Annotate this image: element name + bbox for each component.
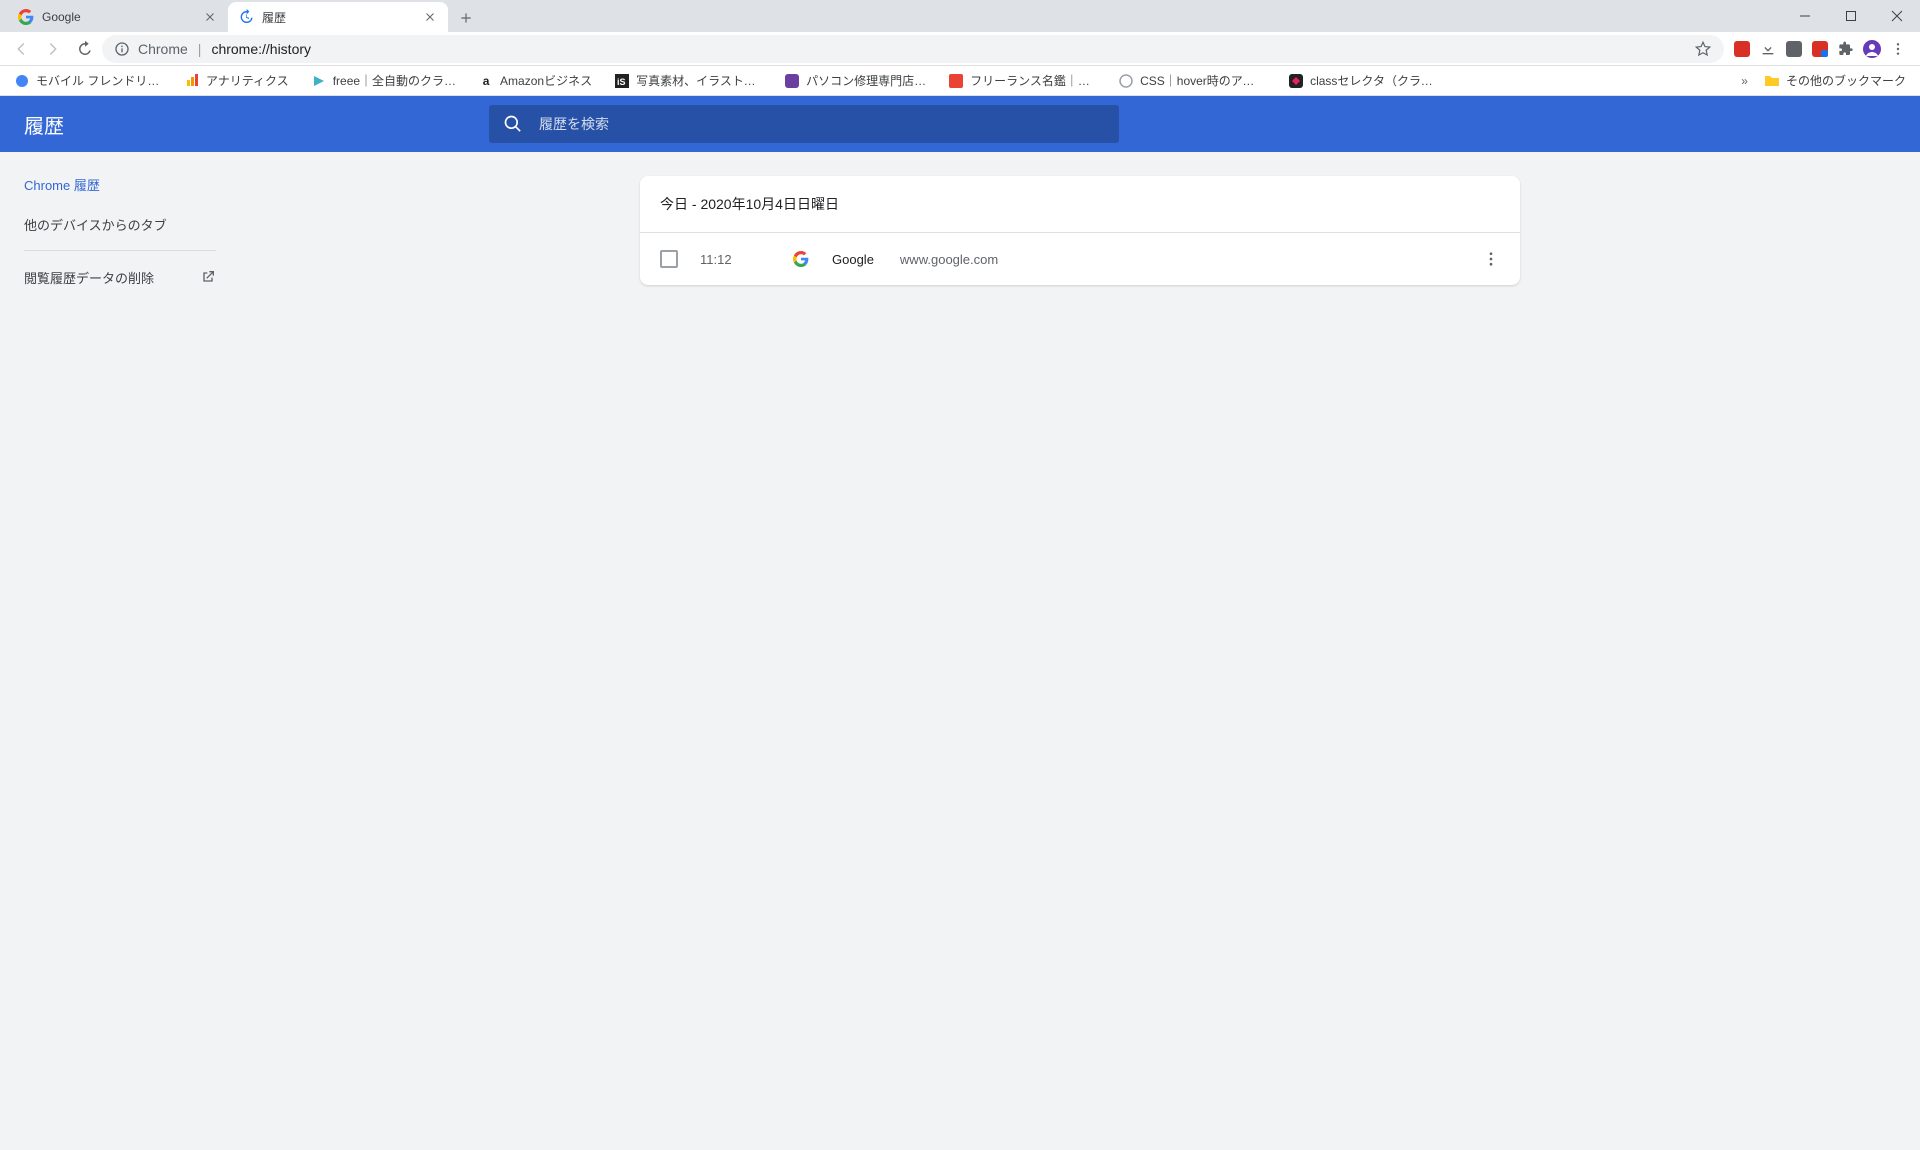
svg-text:iS: iS: [617, 77, 626, 87]
extension-icon-2[interactable]: [1784, 39, 1804, 59]
open-external-icon: [200, 269, 216, 285]
forward-button[interactable]: [38, 34, 68, 64]
sidebar-item-clear-data[interactable]: 閲覧履歴データの削除: [0, 257, 240, 297]
bookmark-favicon: [784, 73, 800, 89]
history-card: 今日 - 2020年10月4日日曜日 11:12 Google www.goog…: [640, 176, 1520, 285]
row-more-icon[interactable]: [1482, 250, 1500, 268]
bookmark-favicon: [1118, 73, 1134, 89]
bookmark-favicon: [311, 73, 327, 89]
bookmark-item[interactable]: iS写真素材、イラスト、…: [608, 68, 768, 93]
tab-strip: Google 履歴: [0, 0, 1920, 32]
bookmark-item[interactable]: モバイル フレンドリー テ…: [8, 68, 168, 93]
bookmark-item[interactable]: aAmazonビジネス: [472, 68, 598, 93]
history-content: 今日 - 2020年10月4日日曜日 11:12 Google www.goog…: [240, 152, 1920, 1150]
omnibox-url: chrome://history: [211, 41, 311, 57]
back-button[interactable]: [6, 34, 36, 64]
sidebar-separator: [24, 250, 216, 251]
sidebar-item-other-devices[interactable]: 他のデバイスからのタブ: [0, 204, 240, 244]
close-icon[interactable]: [422, 9, 438, 25]
history-section-header: 今日 - 2020年10月4日日曜日: [640, 176, 1520, 233]
search-input[interactable]: [539, 116, 1105, 132]
google-icon: [18, 9, 34, 25]
history-row[interactable]: 11:12 Google www.google.com: [640, 233, 1520, 285]
sidebar-item-chrome-history[interactable]: Chrome 履歴: [0, 164, 240, 204]
bookmark-favicon: [948, 73, 964, 89]
bookmarks-overflow-icon[interactable]: »: [1741, 74, 1748, 88]
bookmark-item[interactable]: フリーランス名鑑｜国…: [942, 68, 1102, 93]
address-bar[interactable]: Chrome | chrome://history: [102, 35, 1724, 63]
tab-title: 履歴: [262, 9, 414, 26]
row-domain: www.google.com: [900, 252, 998, 267]
new-tab-button[interactable]: [452, 4, 480, 32]
bookmark-favicon: a: [478, 73, 494, 89]
reload-button[interactable]: [70, 34, 100, 64]
history-app: 履歴 Chrome 履歴 他のデバイスからのタブ 閲覧履歴データの削除 今日 -…: [0, 96, 1920, 1150]
row-checkbox[interactable]: [660, 250, 678, 268]
bookmark-favicon: [14, 73, 30, 89]
omnibox-prefix: Chrome: [138, 41, 188, 57]
bookmark-item[interactable]: パソコン修理専門店…: [778, 68, 932, 93]
bookmark-item[interactable]: CSS｜hover時のアン…: [1112, 68, 1272, 93]
row-title: Google: [832, 252, 874, 267]
tab-title: Google: [42, 10, 194, 24]
profile-icon[interactable]: [1862, 39, 1882, 59]
window-controls: [1782, 0, 1920, 32]
browser-toolbar: Chrome | chrome://history: [0, 32, 1920, 66]
search-icon: [503, 114, 523, 134]
omnibox-separator: |: [198, 41, 202, 57]
browser-tab-history[interactable]: 履歴: [228, 2, 448, 32]
close-icon[interactable]: [202, 9, 218, 25]
maximize-button[interactable]: [1828, 0, 1874, 32]
bookmark-star-icon[interactable]: [1694, 40, 1712, 58]
browser-tab-google[interactable]: Google: [8, 2, 228, 32]
history-sidebar: Chrome 履歴 他のデバイスからのタブ 閲覧履歴データの削除: [0, 152, 240, 1150]
close-window-button[interactable]: [1874, 0, 1920, 32]
bookmark-item[interactable]: アナリティクス: [178, 68, 295, 93]
extension-icon-1[interactable]: [1732, 39, 1752, 59]
google-icon: [792, 250, 810, 268]
bookmark-favicon: [1288, 73, 1304, 89]
download-icon[interactable]: [1758, 39, 1778, 59]
extension-icons: [1726, 39, 1914, 59]
bookmark-favicon: iS: [614, 73, 630, 89]
row-time: 11:12: [700, 252, 770, 267]
extension-icon-3[interactable]: [1810, 39, 1830, 59]
other-bookmarks-folder[interactable]: その他のブックマーク: [1758, 68, 1912, 93]
minimize-button[interactable]: [1782, 0, 1828, 32]
history-header: 履歴: [0, 96, 1920, 152]
bookmark-item[interactable]: classセレクタ（クラス…: [1282, 68, 1442, 93]
bookmark-favicon: [184, 73, 200, 89]
folder-icon: [1764, 73, 1780, 89]
site-info-icon[interactable]: Chrome: [114, 41, 188, 57]
history-icon: [238, 9, 254, 25]
chrome-menu-icon[interactable]: [1888, 39, 1908, 59]
history-search[interactable]: [489, 105, 1119, 143]
bookmarks-bar: モバイル フレンドリー テ… アナリティクス freee｜全自動のクラ… aAm…: [0, 66, 1920, 96]
bookmark-item[interactable]: freee｜全自動のクラ…: [305, 68, 462, 93]
extensions-puzzle-icon[interactable]: [1836, 39, 1856, 59]
page-title: 履歴: [24, 110, 489, 139]
